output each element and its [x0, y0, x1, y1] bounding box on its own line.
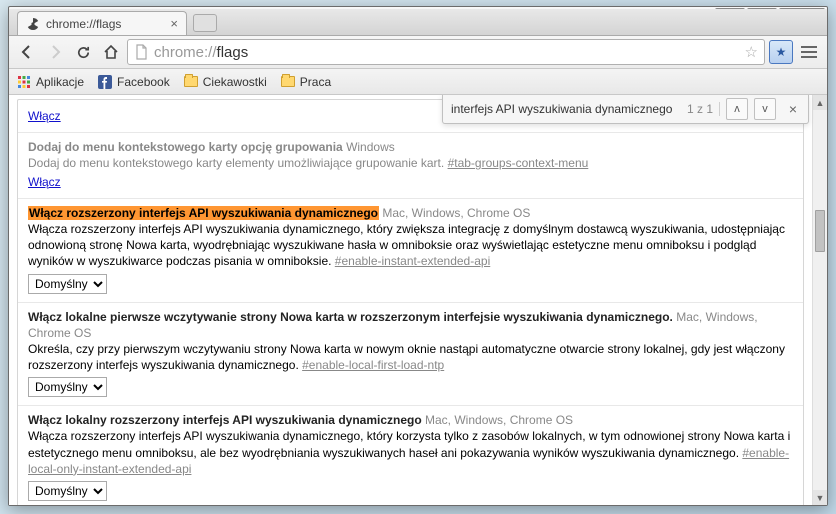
- flag-item: Włącz lokalny rozszerzony interfejs API …: [18, 405, 803, 505]
- hamburger-menu-button[interactable]: [797, 40, 821, 64]
- window-maximize-button[interactable]: ▭: [747, 8, 777, 28]
- flag-description: Włącza rozszerzony interfejs API wyszuki…: [28, 428, 793, 477]
- tab-close-icon[interactable]: ×: [170, 16, 178, 31]
- extension-button[interactable]: ★: [769, 40, 793, 64]
- flag-description: Dodaj do menu kontekstowego karty elemen…: [28, 155, 793, 171]
- bookmarks-apps[interactable]: Aplikacje: [17, 75, 84, 89]
- flag-item: Włącz rozszerzony interfejs API wyszukiw…: [18, 198, 803, 302]
- back-button[interactable]: [15, 40, 39, 64]
- flag-platforms: Mac, Windows, Chrome OS: [382, 206, 530, 220]
- bookmarks-bar: Aplikacje Facebook Ciekawostki Praca: [9, 69, 827, 95]
- flag-select[interactable]: Domyślny: [28, 481, 107, 501]
- scrollbar-thumb[interactable]: [815, 210, 825, 252]
- flag-description: Włącza rozszerzony interfejs API wyszuki…: [28, 221, 793, 270]
- flag-anchor-link[interactable]: #tab-groups-context-menu: [448, 156, 589, 170]
- browser-tab[interactable]: chrome://flags ×: [17, 11, 187, 35]
- flag-enable-link[interactable]: Włącz: [28, 108, 61, 124]
- flag-anchor-link[interactable]: #enable-local-only-instant-extended-api: [28, 446, 789, 476]
- bookmark-label: Aplikacje: [36, 75, 84, 89]
- flag-title: Dodaj do menu kontekstowego karty opcję …: [28, 140, 343, 154]
- flag-anchor-link[interactable]: #enable-local-first-load-ntp: [302, 358, 444, 372]
- flag-description: Określa, czy przy pierwszym wczytywaniu …: [28, 341, 793, 373]
- folder-icon: [184, 75, 198, 89]
- find-in-page-bar: 1 z 1 ʌ v ×: [442, 95, 809, 124]
- flag-select[interactable]: Domyślny: [28, 274, 107, 294]
- bookmark-label: Praca: [300, 75, 331, 89]
- flag-select[interactable]: Domyślny: [28, 377, 107, 397]
- browser-toolbar: chrome://flags ☆ ★: [9, 35, 827, 69]
- window-close-button[interactable]: ✕: [779, 8, 825, 28]
- flag-item: Dodaj do menu kontekstowego karty opcję …: [18, 132, 803, 198]
- page-icon: [134, 44, 148, 60]
- bookmarks-folder-ciekawostki[interactable]: Ciekawostki: [184, 75, 267, 89]
- find-match-count: 1 z 1: [687, 102, 720, 116]
- flag-title: Włącz lokalny rozszerzony interfejs API …: [28, 413, 422, 427]
- flag-item: Włącz lokalne pierwsze wczytywanie stron…: [18, 302, 803, 406]
- bookmark-star-icon[interactable]: ☆: [745, 43, 758, 61]
- find-next-button[interactable]: v: [754, 98, 776, 120]
- find-close-button[interactable]: ×: [782, 98, 804, 120]
- facebook-icon: [98, 75, 112, 89]
- address-bar[interactable]: chrome://flags ☆: [127, 39, 765, 65]
- vertical-scrollbar[interactable]: ▲ ▼: [812, 95, 827, 505]
- find-prev-button[interactable]: ʌ: [726, 98, 748, 120]
- flag-enable-link[interactable]: Włącz: [28, 174, 61, 190]
- find-input[interactable]: [451, 102, 681, 116]
- url-text: chrome://flags: [154, 44, 248, 61]
- flag-platforms: Mac, Windows, Chrome OS: [425, 413, 573, 427]
- flag-platforms: Windows: [346, 140, 395, 154]
- search-highlight: Włącz rozszerzony interfejs API wyszukiw…: [28, 206, 379, 220]
- home-button[interactable]: [99, 40, 123, 64]
- tab-title: chrome://flags: [46, 17, 121, 31]
- scrollbar-up-icon[interactable]: ▲: [813, 95, 827, 110]
- radiation-icon: [26, 17, 40, 31]
- bookmark-label: Facebook: [117, 75, 170, 89]
- page-content: Włącz Dodaj do menu kontekstowego karty o…: [9, 95, 812, 505]
- forward-button[interactable]: [43, 40, 67, 64]
- reload-button[interactable]: [71, 40, 95, 64]
- bookmarks-facebook[interactable]: Facebook: [98, 75, 170, 89]
- flag-title: Włącz lokalne pierwsze wczytywanie stron…: [28, 310, 673, 324]
- window-minimize-button[interactable]: ─: [715, 8, 745, 28]
- bookmarks-folder-praca[interactable]: Praca: [281, 75, 331, 89]
- folder-icon: [281, 75, 295, 89]
- flag-anchor-link[interactable]: #enable-instant-extended-api: [335, 254, 490, 268]
- scrollbar-down-icon[interactable]: ▼: [813, 490, 827, 505]
- new-tab-button[interactable]: [193, 14, 217, 32]
- bookmark-label: Ciekawostki: [203, 75, 267, 89]
- apps-grid-icon: [17, 75, 31, 89]
